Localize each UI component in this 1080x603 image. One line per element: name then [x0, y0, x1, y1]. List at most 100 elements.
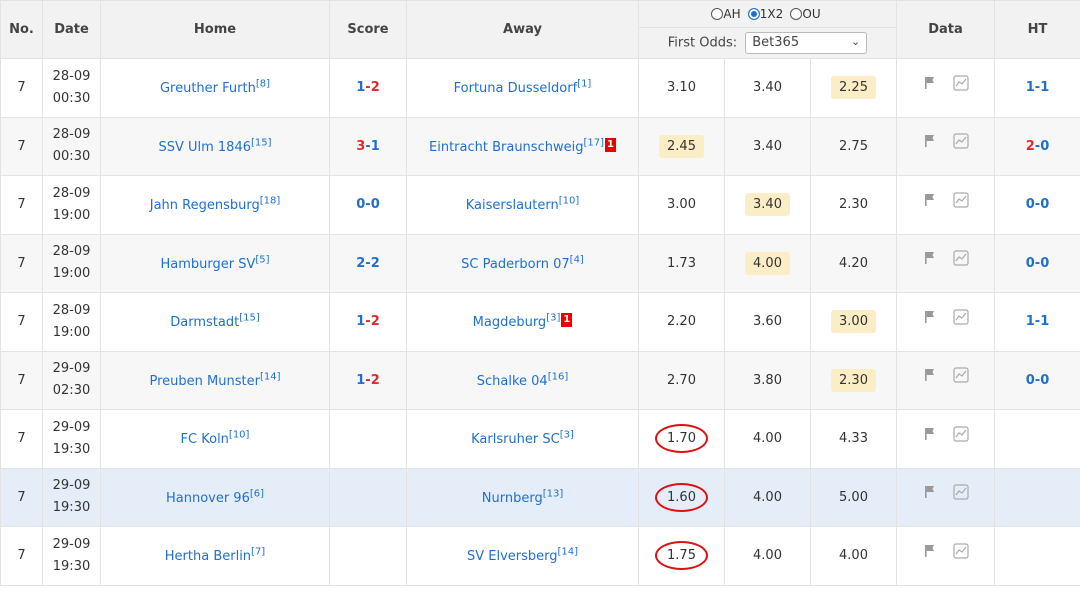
- flag-icon[interactable]: [923, 134, 937, 148]
- away-team-link[interactable]: Magdeburg[3]: [473, 313, 561, 330]
- ht-cell[interactable]: [994, 467, 1080, 527]
- odds-away[interactable]: 4.00: [831, 544, 876, 567]
- score-cell[interactable]: [329, 467, 407, 527]
- odds-home[interactable]: 1.70: [655, 424, 708, 454]
- chart-icon[interactable]: [952, 250, 969, 266]
- radio-ou-label[interactable]: OU: [802, 7, 820, 21]
- home-team-name[interactable]: Hannover 96: [166, 491, 250, 506]
- flag-icon[interactable]: [923, 427, 937, 441]
- score-cell[interactable]: 1-2: [329, 58, 407, 118]
- flag-icon[interactable]: [923, 368, 937, 382]
- odds-draw[interactable]: 3.80: [745, 369, 790, 392]
- score-cell[interactable]: 3-1: [329, 116, 407, 176]
- chart-icon[interactable]: [952, 133, 969, 149]
- home-team-name[interactable]: Hertha Berlin: [165, 549, 251, 564]
- ht-cell[interactable]: 2-0: [994, 116, 1080, 176]
- match-row[interactable]: 7 28-09 00:30 Greuther Furth[8] 1-2 Fortu…: [0, 58, 1080, 118]
- odds-home[interactable]: 1.73: [659, 252, 704, 275]
- odds-draw[interactable]: 4.00: [745, 544, 790, 567]
- home-team-name[interactable]: Preuben Munster: [150, 374, 260, 389]
- home-team-link[interactable]: Hertha Berlin[7]: [165, 547, 265, 564]
- match-row[interactable]: 7 28-09 19:00 Hamburger SV[5] 2-2 SC Pade…: [0, 233, 1080, 293]
- chart-icon[interactable]: [952, 543, 969, 559]
- score-cell[interactable]: 0-0: [329, 175, 407, 235]
- chart-icon[interactable]: [952, 75, 969, 91]
- odds-home[interactable]: 2.20: [659, 310, 704, 333]
- home-team-link[interactable]: Darmstadt[15]: [170, 313, 259, 330]
- away-team-name[interactable]: Fortuna Dusseldorf: [454, 81, 578, 96]
- home-team-name[interactable]: SSV Ulm 1846: [158, 140, 251, 155]
- chart-icon[interactable]: [952, 367, 969, 383]
- radio-1x2[interactable]: [747, 8, 760, 20]
- away-team-name[interactable]: Karlsruher SC: [471, 432, 560, 447]
- away-team-link[interactable]: Kaiserslautern[10]: [466, 196, 580, 213]
- ht-cell[interactable]: 0-0: [994, 175, 1080, 235]
- bookmaker-select[interactable]: Bet365 ⌄: [745, 32, 868, 54]
- away-team-name[interactable]: SC Paderborn 07: [461, 257, 570, 272]
- home-team-link[interactable]: SSV Ulm 1846[15]: [158, 138, 271, 155]
- home-team-name[interactable]: Greuther Furth: [160, 81, 256, 96]
- home-team-name[interactable]: FC Koln: [181, 432, 229, 447]
- odds-away[interactable]: 4.20: [831, 252, 876, 275]
- away-team-name[interactable]: Eintracht Braunschweig: [429, 140, 583, 155]
- home-team-name[interactable]: Darmstadt: [170, 315, 239, 330]
- score-cell[interactable]: [329, 526, 407, 586]
- flag-icon[interactable]: [923, 76, 937, 90]
- away-team-name[interactable]: Nurnberg: [482, 491, 543, 506]
- odds-home[interactable]: 2.45: [659, 134, 704, 158]
- odds-home[interactable]: 3.00: [659, 193, 704, 216]
- away-team-link[interactable]: Nurnberg[13]: [482, 489, 563, 506]
- chart-icon[interactable]: [952, 192, 969, 208]
- odds-away[interactable]: 2.30: [831, 368, 876, 392]
- flag-icon[interactable]: [923, 544, 937, 558]
- ht-cell[interactable]: 1-1: [994, 292, 1080, 352]
- odds-home[interactable]: 3.10: [659, 76, 704, 99]
- odds-home[interactable]: 1.60: [655, 482, 708, 512]
- ht-cell[interactable]: 0-0: [994, 233, 1080, 293]
- odds-home[interactable]: 1.75: [655, 541, 708, 571]
- ht-cell[interactable]: 0-0: [994, 350, 1080, 410]
- ht-cell[interactable]: [994, 409, 1080, 469]
- odds-draw[interactable]: 3.40: [745, 135, 790, 158]
- away-team-name[interactable]: Schalke 04: [477, 374, 548, 389]
- ht-cell[interactable]: 1-1: [994, 58, 1080, 118]
- home-team-link[interactable]: FC Koln[10]: [181, 430, 250, 447]
- away-team-link[interactable]: Karlsruher SC[3]: [471, 430, 574, 447]
- radio-ah-label[interactable]: AH: [723, 7, 740, 21]
- chart-icon[interactable]: [952, 426, 969, 442]
- ht-cell[interactable]: [994, 526, 1080, 586]
- away-team-link[interactable]: Schalke 04[16]: [477, 372, 569, 389]
- odds-away[interactable]: 2.25: [831, 76, 876, 100]
- odds-away[interactable]: 2.30: [831, 193, 876, 216]
- odds-draw[interactable]: 3.40: [745, 76, 790, 99]
- score-cell[interactable]: 2-2: [329, 233, 407, 293]
- home-team-link[interactable]: Preuben Munster[14]: [150, 372, 281, 389]
- radio-1x2-label[interactable]: 1X2: [760, 7, 784, 21]
- chart-icon[interactable]: [952, 484, 969, 500]
- score-cell[interactable]: 1-2: [329, 292, 407, 352]
- match-row[interactable]: 7 29-09 02:30 Preuben Munster[14] 1-2 Sch…: [0, 350, 1080, 410]
- match-row[interactable]: 7 28-09 00:30 SSV Ulm 1846[15] 3-1 Eintra…: [0, 116, 1080, 176]
- flag-icon[interactable]: [923, 485, 937, 499]
- chart-icon[interactable]: [952, 309, 969, 325]
- home-team-name[interactable]: Jahn Regensburg: [150, 198, 260, 213]
- match-row[interactable]: 7 28-09 19:00 Darmstadt[15] 1-2 Magdeburg…: [0, 292, 1080, 352]
- match-row[interactable]: 7 28-09 19:00 Jahn Regensburg[18] 0-0 Kai…: [0, 175, 1080, 235]
- home-team-link[interactable]: Hannover 96[6]: [166, 489, 264, 506]
- odds-draw[interactable]: 4.00: [745, 486, 790, 509]
- odds-away[interactable]: 2.75: [831, 135, 876, 158]
- home-team-link[interactable]: Hamburger SV[5]: [160, 255, 269, 272]
- flag-icon[interactable]: [923, 193, 937, 207]
- odds-draw[interactable]: 4.00: [745, 427, 790, 450]
- odds-draw[interactable]: 3.60: [745, 310, 790, 333]
- odds-draw[interactable]: 3.40: [745, 193, 790, 217]
- match-row[interactable]: 7 29-09 19:30 Hertha Berlin[7] SV Elversb…: [0, 526, 1080, 586]
- odds-away[interactable]: 5.00: [831, 486, 876, 509]
- home-team-link[interactable]: Jahn Regensburg[18]: [150, 196, 281, 213]
- away-team-link[interactable]: SV Elversberg[14]: [467, 547, 578, 564]
- odds-away[interactable]: 4.33: [831, 427, 876, 450]
- away-team-link[interactable]: SC Paderborn 07[4]: [461, 255, 584, 272]
- home-team-link[interactable]: Greuther Furth[8]: [160, 79, 270, 96]
- match-row[interactable]: 7 29-09 19:30 FC Koln[10] Karlsruher SC[3…: [0, 409, 1080, 469]
- flag-icon[interactable]: [923, 310, 937, 324]
